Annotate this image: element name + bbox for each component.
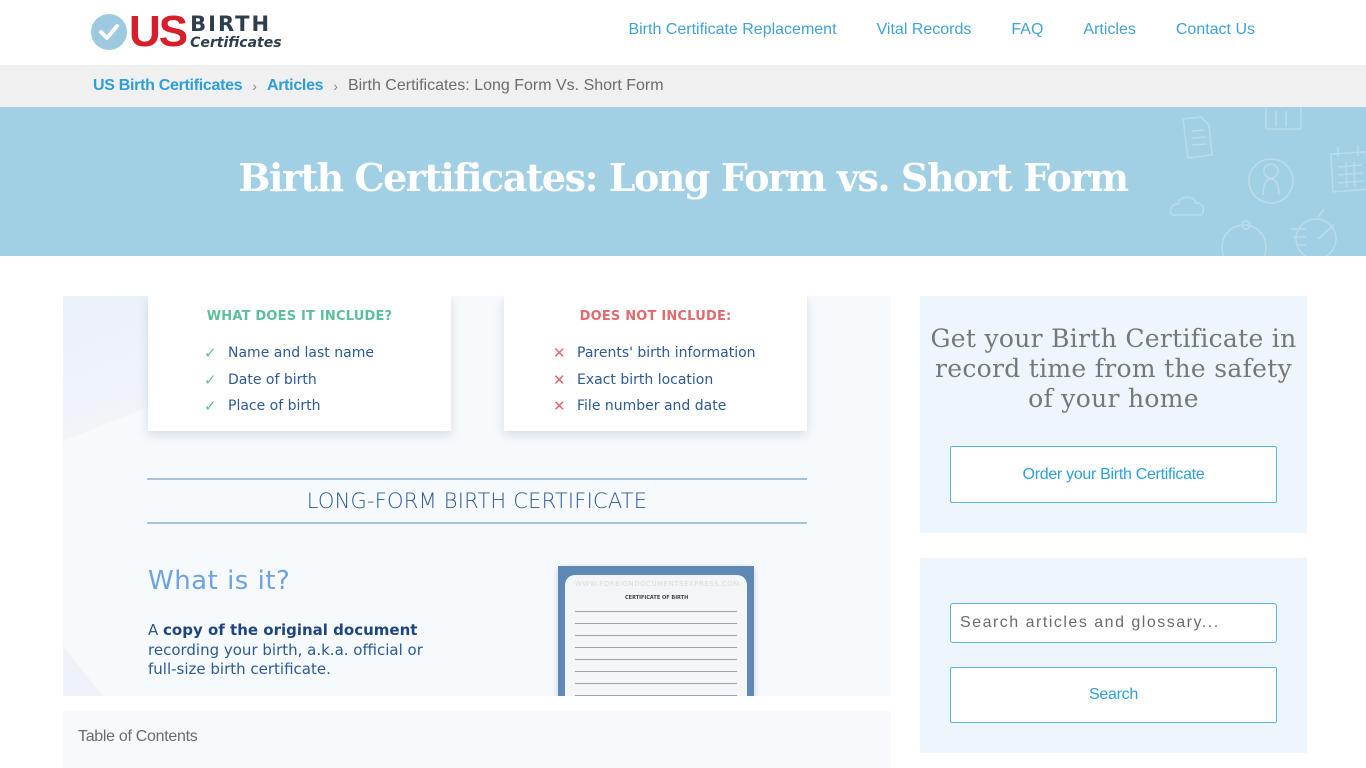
desc-rest: recording your birth, a.k.a. official or… — [148, 640, 423, 679]
list-item: ✕ Exact birth location — [553, 367, 756, 394]
exclude-item-text: Parents' birth information — [577, 345, 756, 362]
certificate-line — [575, 635, 737, 636]
breadcrumb-home[interactable]: US Birth Certificates — [93, 77, 243, 95]
check-circle-icon — [91, 14, 127, 50]
description-text: A copy of the original document recordin… — [148, 621, 428, 680]
document-icon — [1182, 116, 1213, 159]
article-infographic: WHAT DOES IT INCLUDE? ✓ Name and last nam… — [63, 296, 891, 696]
cta-text: Get your Birth Certificate in record tim… — [930, 324, 1297, 413]
list-item: ✕ Parents' birth information — [553, 340, 756, 367]
x-mark-icon: ✕ — [553, 397, 566, 416]
includes-card: WHAT DOES IT INCLUDE? ✓ Name and last nam… — [148, 296, 451, 431]
toc-title[interactable]: Table of Contents — [78, 728, 198, 746]
certificate-line — [575, 647, 737, 648]
breadcrumb-articles[interactable]: Articles — [267, 77, 324, 95]
certificate-heading: CERTIFICATE OF BIRTH — [625, 595, 689, 601]
site-header: US BIRTH Certificates Birth Certificate … — [0, 0, 1366, 65]
logo-birth: BIRTH — [190, 12, 272, 36]
checkmark-icon: ✓ — [204, 344, 217, 363]
x-mark-icon: ✕ — [553, 370, 566, 389]
section-title: LONG-FORM BIRTH CERTIFICATE — [306, 489, 648, 513]
excludes-list: ✕ Parents' birth information ✕ Exact birth… — [553, 340, 756, 420]
desc-prefix: A — [148, 621, 164, 639]
decorative-shape — [63, 646, 103, 696]
table-of-contents: Table of Contents — [63, 711, 891, 768]
checkmark-icon: ✓ — [204, 397, 217, 416]
search-button[interactable]: Search — [950, 667, 1277, 723]
include-item-text: Place of birth — [228, 398, 321, 415]
breadcrumb-current: Birth Certificates: Long Form Vs. Short … — [347, 77, 664, 94]
breadcrumb-separator: › — [333, 78, 338, 94]
nav-birth-certificate-replacement[interactable]: Birth Certificate Replacement — [628, 21, 836, 39]
nav-vital-records[interactable]: Vital Records — [877, 21, 972, 39]
divider — [147, 478, 807, 480]
what-is-it-heading: What is it? — [148, 566, 291, 596]
exclude-item-text: Exact birth location — [577, 371, 714, 388]
book-icon — [1265, 107, 1302, 130]
certificate-line — [575, 671, 737, 672]
includes-title: WHAT DOES IT INCLUDE? — [206, 309, 393, 324]
sidebar-cta-card: Get your Birth Certificate in record tim… — [920, 296, 1307, 533]
page-title: Birth Certificates: Long Form vs. Short … — [238, 155, 1129, 200]
logo-certificates: Certificates — [190, 35, 282, 51]
logo-wordmark: BIRTH Certificates — [190, 12, 282, 51]
logo-us: US — [129, 7, 188, 56]
list-item: ✓ Name and last name — [204, 340, 374, 367]
order-birth-certificate-button[interactable]: Order your Birth Certificate — [950, 446, 1277, 503]
list-item: ✓ Date of birth — [204, 367, 374, 394]
exclude-item-text: File number and date — [577, 398, 727, 415]
certificate-watermark: WWW.FOREIGNDOCUMENTSEXPRESS.COM — [575, 580, 740, 588]
nav-faq[interactable]: FAQ — [1011, 21, 1043, 39]
excludes-title: DOES NOT INCLUDE: — [579, 309, 732, 324]
include-item-text: Name and last name — [228, 345, 374, 362]
breadcrumb: US Birth Certificates › Articles › Birth… — [0, 65, 1366, 107]
nav-contact-us[interactable]: Contact Us — [1176, 21, 1255, 39]
certificate-image: WWW.FOREIGNDOCUMENTSEXPRESS.COM CERTIFIC… — [558, 566, 754, 696]
stopwatch-icon — [1291, 208, 1337, 256]
certificate-line — [575, 611, 737, 612]
hero-banner: Birth Certificates: Long Form vs. Short … — [0, 107, 1366, 256]
site-logo[interactable]: US BIRTH Certificates — [91, 7, 282, 56]
sidebar-search-card: Search — [920, 558, 1307, 753]
excludes-card: DOES NOT INCLUDE: ✕ Parents' birth inform… — [504, 296, 807, 431]
list-item: ✓ Place of birth — [204, 393, 374, 420]
desc-bold: copy of the original document — [163, 621, 418, 639]
include-item-text: Date of birth — [228, 371, 317, 388]
certificate-line — [575, 683, 737, 684]
main-nav: Birth Certificate Replacement Vital Reco… — [588, 21, 1255, 39]
nav-articles[interactable]: Articles — [1083, 21, 1135, 39]
certificate-line — [575, 623, 737, 624]
checkmark-icon: ✓ — [204, 370, 217, 389]
certificate-paper: WWW.FOREIGNDOCUMENTSEXPRESS.COM CERTIFIC… — [565, 575, 747, 696]
breadcrumb-separator: › — [252, 78, 257, 94]
certificate-line — [575, 695, 737, 696]
includes-list: ✓ Name and last name ✓ Date of birth ✓ Plac… — [204, 340, 374, 420]
divider — [147, 522, 807, 524]
clock-icon — [1221, 220, 1267, 256]
x-mark-icon: ✕ — [553, 344, 566, 363]
search-input[interactable] — [950, 603, 1277, 643]
certificate-line — [575, 659, 737, 660]
decorative-shape — [63, 296, 153, 441]
list-item: ✕ File number and date — [553, 393, 756, 420]
